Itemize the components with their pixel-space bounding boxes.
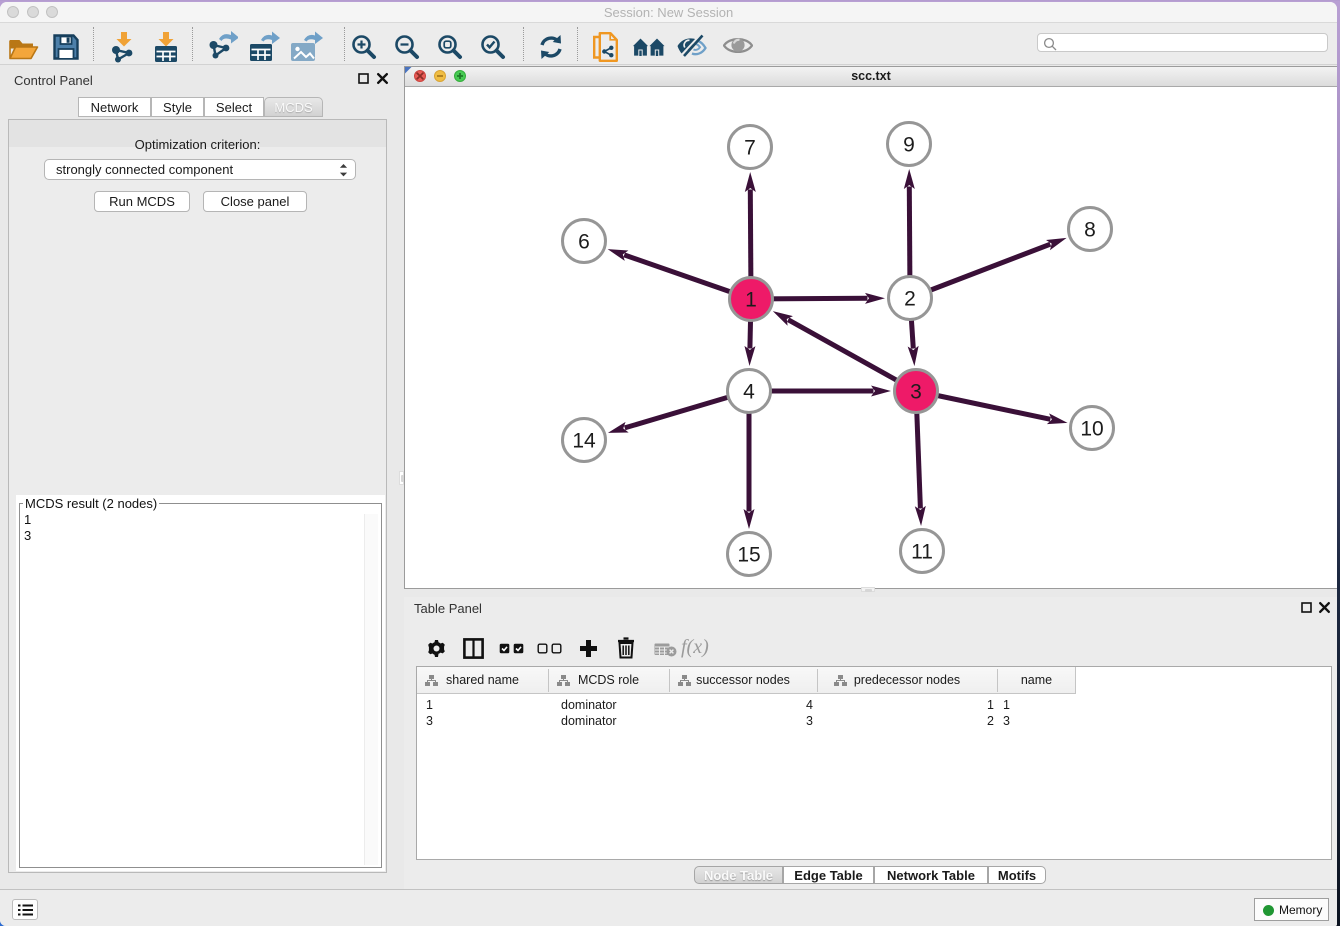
svg-text:8: 8 bbox=[1084, 219, 1096, 242]
svg-text:14: 14 bbox=[572, 430, 596, 453]
svg-text:4: 4 bbox=[743, 381, 755, 404]
svg-text:3: 3 bbox=[910, 381, 922, 404]
svg-text:6: 6 bbox=[578, 231, 590, 254]
svg-text:11: 11 bbox=[911, 541, 933, 564]
svg-text:9: 9 bbox=[903, 134, 915, 157]
svg-text:10: 10 bbox=[1080, 418, 1103, 441]
svg-text:15: 15 bbox=[737, 544, 760, 567]
svg-text:7: 7 bbox=[744, 137, 756, 160]
svg-text:2: 2 bbox=[904, 288, 916, 311]
svg-text:1: 1 bbox=[745, 289, 757, 312]
